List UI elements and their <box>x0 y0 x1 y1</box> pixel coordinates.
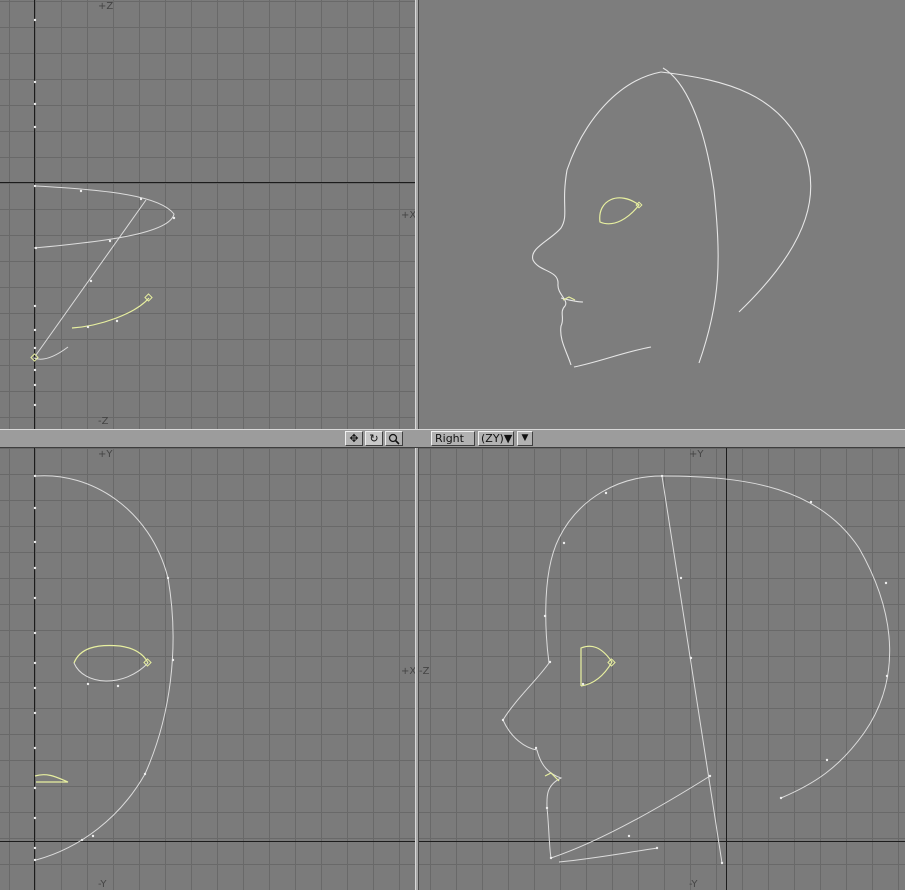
eye-curve <box>580 645 613 687</box>
eye-upper-curve <box>73 644 149 664</box>
viewport-toolbar: ✥ ↻ Right (ZY)▼ ▼ <box>0 429 905 448</box>
center-line-curve <box>661 475 723 864</box>
rotate-button[interactable]: ↻ <box>365 431 383 446</box>
chin-curve <box>558 847 659 863</box>
jaw-curve <box>573 346 652 368</box>
viewport-front[interactable]: +Y +X -Y <box>0 448 415 890</box>
magnifier-icon <box>388 433 400 445</box>
perspective-canvas <box>532 67 812 368</box>
selected-curve <box>71 297 150 329</box>
eye-lower-curve <box>73 662 149 682</box>
viewport-perspective[interactable] <box>419 0 905 429</box>
eye-curve <box>599 197 640 225</box>
zoom-button[interactable] <box>385 431 403 446</box>
move-icon: ✥ <box>349 432 359 445</box>
viewport-top-left[interactable]: +Z +X -Z <box>0 0 415 429</box>
lip-curve <box>34 774 69 783</box>
rotate-icon: ↻ <box>369 432 379 445</box>
view-mode-select[interactable]: (ZY)▼ <box>478 431 514 446</box>
back-of-head-curve <box>661 475 891 799</box>
move-button[interactable]: ✥ <box>345 431 363 446</box>
back-of-head-curve <box>660 71 812 313</box>
view-name-select[interactable]: Right <box>431 431 475 446</box>
chin-curve <box>33 346 69 360</box>
jaw-curve <box>550 775 711 859</box>
viewport-right[interactable]: +Y -Z -Y <box>419 448 905 890</box>
head-outline-curve <box>532 71 662 366</box>
face-outline-curve <box>35 475 174 861</box>
curve-canvas <box>501 474 891 865</box>
view-options-dropdown[interactable]: ▼ <box>517 431 533 446</box>
head-outline-curve <box>502 475 663 859</box>
center-curve <box>662 67 719 364</box>
profile-curve <box>35 199 147 356</box>
head-curve <box>33 185 175 249</box>
curve-canvas <box>30 18 176 407</box>
curve-canvas <box>33 474 175 862</box>
